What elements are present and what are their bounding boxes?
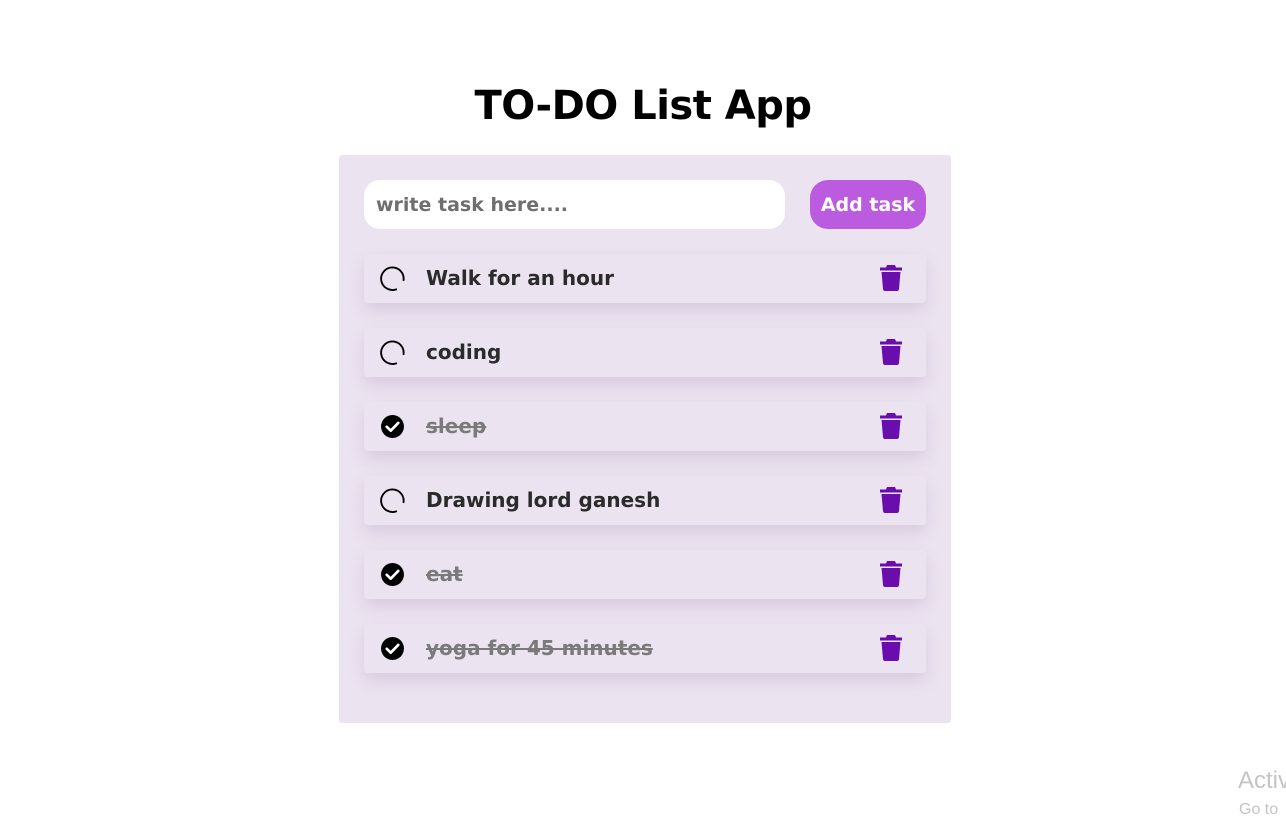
page: TO-DO List App Add task Walk for an hour… <box>0 0 1286 816</box>
os-activation-text: Activ <box>1238 767 1286 794</box>
task-input[interactable] <box>364 180 785 229</box>
task-label[interactable]: eat <box>426 561 463 587</box>
circle-icon[interactable] <box>380 266 405 291</box>
task-item: Drawing lord ganesh <box>364 476 926 525</box>
task-label[interactable]: Drawing lord ganesh <box>426 487 660 513</box>
task-label[interactable]: yoga for 45 minutes <box>426 635 653 661</box>
trash-icon[interactable] <box>880 265 902 291</box>
circle-icon[interactable] <box>380 488 405 513</box>
trash-icon[interactable] <box>880 413 902 439</box>
task-item: coding <box>364 328 926 377</box>
trash-icon[interactable] <box>880 487 902 513</box>
circle-icon[interactable] <box>380 340 405 365</box>
check-circle-icon[interactable] <box>380 636 405 661</box>
task-label[interactable]: sleep <box>426 413 486 439</box>
task-label[interactable]: coding <box>426 339 501 365</box>
check-circle-icon[interactable] <box>380 414 405 439</box>
task-list: Walk for an hour coding sleep Drawing lo… <box>364 254 926 698</box>
trash-icon[interactable] <box>880 561 902 587</box>
page-title: TO-DO List App <box>474 83 812 129</box>
trash-icon[interactable] <box>880 635 902 661</box>
task-item: yoga for 45 minutes <box>364 624 926 673</box>
task-item: Walk for an hour <box>364 254 926 303</box>
trash-icon[interactable] <box>880 339 902 365</box>
os-activation-subtext: Go to <box>1239 801 1279 816</box>
check-circle-icon[interactable] <box>380 562 405 587</box>
task-label[interactable]: Walk for an hour <box>426 265 614 291</box>
todo-card: Add task Walk for an hour coding sleep D… <box>339 155 951 723</box>
task-item: eat <box>364 550 926 599</box>
task-item: sleep <box>364 402 926 451</box>
add-task-button[interactable]: Add task <box>810 180 926 229</box>
